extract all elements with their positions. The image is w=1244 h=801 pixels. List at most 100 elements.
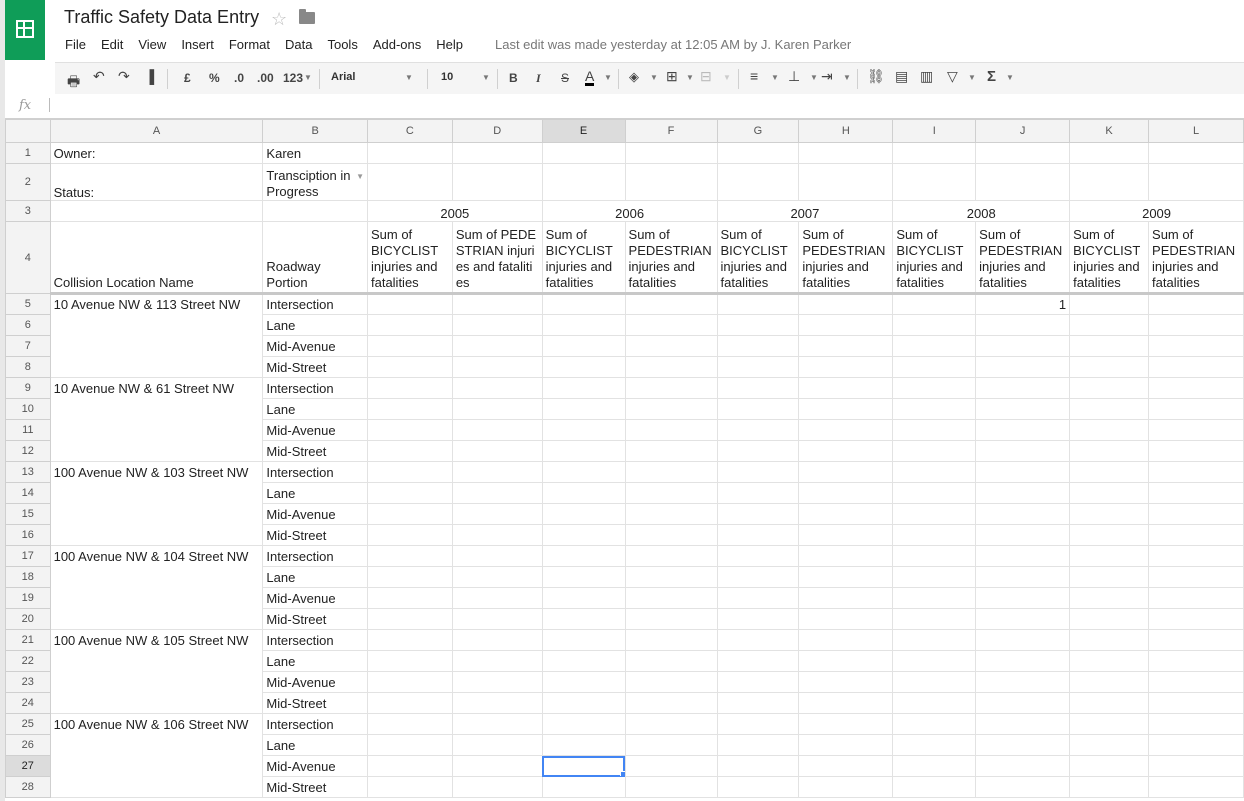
roadway-portion-cell[interactable]: Mid-Avenue [262, 671, 368, 693]
cell[interactable] [975, 755, 1071, 777]
cell[interactable] [798, 461, 894, 483]
cell[interactable] [451, 142, 543, 164]
cell[interactable] [366, 524, 453, 546]
header-bicyclist-2007[interactable]: Sum of BICYCLIST injuries and fatalities [716, 221, 800, 295]
row-header[interactable]: 20 [5, 608, 51, 630]
header-pedestrian-2006[interactable]: Sum of PEDESTRIAN injuries and fatalitie… [624, 221, 718, 295]
menu-file[interactable]: File [65, 37, 86, 53]
row-header[interactable]: 14 [5, 482, 51, 504]
cell[interactable] [798, 398, 894, 420]
roadway-portion-cell[interactable]: Mid-Street [262, 608, 368, 630]
header-location-cell[interactable]: Collision Location Name [49, 221, 264, 295]
cell[interactable] [541, 587, 626, 609]
cell[interactable] [892, 314, 977, 336]
cell[interactable] [624, 377, 718, 399]
paint-format-icon[interactable]: ▐ [145, 69, 154, 84]
column-header-a[interactable]: A [49, 119, 264, 143]
header-bicyclist-2005[interactable]: Sum of BICYCLIST injuries and fatalities [366, 221, 453, 295]
cell[interactable] [798, 629, 894, 651]
cell[interactable] [798, 524, 894, 546]
cell[interactable] [716, 503, 800, 525]
cell[interactable] [624, 776, 718, 798]
roadway-portion-cell[interactable]: Lane [262, 482, 368, 504]
cell[interactable] [262, 200, 368, 222]
increase-decimal-button[interactable]: .00 [257, 71, 274, 85]
cell[interactable] [1069, 587, 1150, 609]
cell[interactable] [892, 419, 977, 441]
roadway-portion-cell[interactable]: Lane [262, 650, 368, 672]
cell[interactable] [1069, 545, 1150, 567]
menu-tools[interactable]: Tools [327, 37, 357, 53]
cell[interactable] [366, 503, 453, 525]
insert-comment-icon[interactable]: ▤ [895, 68, 908, 85]
cell[interactable] [366, 566, 453, 588]
cell[interactable] [975, 650, 1071, 672]
roadway-portion-cell[interactable]: Intersection [262, 461, 368, 483]
cell[interactable] [716, 398, 800, 420]
location-cell[interactable] [49, 440, 264, 462]
cell[interactable] [1148, 713, 1244, 735]
cell[interactable] [975, 629, 1071, 651]
insert-chart-icon[interactable]: ▥ [920, 68, 933, 85]
location-cell[interactable]: 100 Avenue NW & 105 Street NW [49, 629, 264, 651]
location-cell[interactable] [49, 503, 264, 525]
cell[interactable] [541, 314, 626, 336]
cell[interactable] [624, 755, 718, 777]
cell[interactable] [624, 335, 718, 357]
bold-button[interactable]: B [509, 71, 518, 85]
cell[interactable] [1069, 608, 1150, 630]
cell[interactable] [624, 587, 718, 609]
percent-button[interactable]: % [209, 71, 220, 85]
cell[interactable] [541, 629, 626, 651]
cell[interactable] [624, 163, 718, 201]
year-header-2005[interactable]: 2005 [366, 200, 543, 222]
formula-input[interactable] [49, 98, 50, 112]
menu-edit[interactable]: Edit [101, 37, 123, 53]
cell[interactable] [716, 692, 800, 714]
cell[interactable] [975, 587, 1071, 609]
cell[interactable] [624, 608, 718, 630]
row-header[interactable]: 11 [5, 419, 51, 441]
column-header-k[interactable]: K [1069, 119, 1150, 143]
column-header-d[interactable]: D [451, 119, 543, 143]
redo-icon[interactable]: ↷ [118, 68, 130, 85]
header-bicyclist-2006[interactable]: Sum of BICYCLIST injuries and fatalities [541, 221, 626, 295]
cell[interactable] [1148, 650, 1244, 672]
cell[interactable] [366, 163, 453, 201]
location-cell[interactable] [49, 482, 264, 504]
row-header[interactable]: 6 [5, 314, 51, 336]
cell[interactable] [624, 734, 718, 756]
menu-help[interactable]: Help [436, 37, 463, 53]
year-header-2008[interactable]: 2008 [892, 200, 1071, 222]
cell[interactable] [892, 566, 977, 588]
cell[interactable] [451, 461, 543, 483]
cell[interactable] [892, 293, 977, 315]
location-cell[interactable] [49, 314, 264, 336]
cell[interactable] [798, 587, 894, 609]
location-cell[interactable] [49, 608, 264, 630]
cell[interactable] [1148, 377, 1244, 399]
cell[interactable] [1148, 566, 1244, 588]
star-icon[interactable]: ☆ [271, 9, 287, 30]
roadway-portion-cell[interactable]: Intersection [262, 293, 368, 315]
cell[interactable] [366, 419, 453, 441]
location-cell[interactable]: 100 Avenue NW & 104 Street NW [49, 545, 264, 567]
roadway-portion-cell[interactable]: Lane [262, 566, 368, 588]
cell[interactable] [1148, 608, 1244, 630]
cell[interactable] [366, 461, 453, 483]
row-header[interactable]: 16 [5, 524, 51, 546]
roadway-portion-cell[interactable]: Lane [262, 734, 368, 756]
cell[interactable] [716, 650, 800, 672]
roadway-portion-cell[interactable]: Intersection [262, 377, 368, 399]
cell-j5[interactable]: 1 [975, 293, 1071, 315]
cell[interactable] [541, 482, 626, 504]
cell[interactable] [366, 335, 453, 357]
cell[interactable] [975, 356, 1071, 378]
row-header[interactable]: 12 [5, 440, 51, 462]
cell[interactable] [1069, 440, 1150, 462]
cell[interactable] [716, 163, 800, 201]
cell[interactable] [716, 776, 800, 798]
cell[interactable] [451, 671, 543, 693]
cell[interactable] [892, 629, 977, 651]
cell[interactable] [451, 419, 543, 441]
